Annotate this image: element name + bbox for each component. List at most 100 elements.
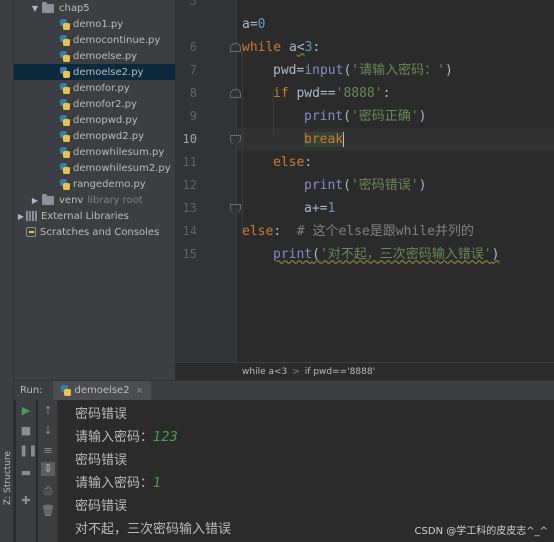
folder-icon — [42, 1, 54, 13]
venv-note: library root — [87, 194, 143, 206]
tree-file[interactable]: demo1.py — [14, 16, 175, 32]
tree-file[interactable]: rangedemo.py — [14, 176, 175, 192]
collapse-arrow-icon[interactable]: ▶ — [30, 196, 40, 205]
python-file-icon — [60, 34, 70, 46]
line-number-current: 10 — [182, 132, 197, 146]
python-file-icon — [60, 98, 70, 110]
layout-icon[interactable]: ▬ — [19, 466, 33, 480]
python-file-icon — [60, 50, 70, 62]
code-line-9: print('密码正确') — [304, 109, 427, 124]
code-line-13: a+=1 — [304, 201, 336, 216]
file-label: demowhilesum.py — [73, 146, 165, 158]
run-label: Run: — [20, 385, 43, 396]
external-libraries-label: External Libraries — [41, 210, 129, 222]
close-icon[interactable]: × — [136, 386, 144, 396]
code-line-5: a=0 — [242, 17, 266, 32]
console-line: 请输入密码：123 — [75, 430, 178, 445]
code-line-11: else: — [273, 155, 313, 170]
python-file-icon — [60, 162, 70, 174]
code-line-6: while a<3: — [242, 40, 321, 55]
file-label: democontinue.py — [73, 34, 161, 46]
structure-tool-button[interactable]: Z: Structure — [3, 445, 13, 505]
python-file-icon — [60, 114, 70, 126]
print-icon[interactable]: ⎙ — [41, 484, 55, 498]
console-actions: ↑ ↓ ≡ ⇩ ⎙ 🗑 — [38, 400, 58, 542]
console-line: 密码错误 — [75, 407, 128, 422]
line-number: 6 — [189, 40, 197, 54]
line-number: 13 — [182, 201, 197, 215]
play-icon[interactable]: ▶ — [19, 404, 33, 418]
tree-file[interactable]: demopwd2.py — [14, 128, 175, 144]
fold-marker-icon[interactable] — [230, 89, 241, 98]
left-tool-strip-bottom: Z: Structure — [0, 380, 14, 542]
file-label: demowhilesum2.py — [73, 162, 171, 174]
file-label: demoelse2.py — [73, 66, 144, 78]
code-line-15: print('对不起，三次密码输入错误') — [273, 247, 500, 262]
pin-icon[interactable]: ✚ — [19, 494, 33, 508]
file-label: rangedemo.py — [73, 178, 146, 190]
scratches-icon — [26, 227, 36, 237]
code-line-14: else: # 这个else是跟while并列的 — [242, 224, 474, 239]
tree-file[interactable]: demowhilesum2.py — [14, 160, 175, 176]
code-line-7: pwd=input('请输入密码：') — [273, 63, 453, 78]
code-editor[interactable]: 5 6 7 8 9 10 11 12 13 14 15 a=0 while a<… — [175, 0, 554, 362]
python-file-icon — [60, 385, 71, 396]
tree-file[interactable]: democontinue.py — [14, 32, 175, 48]
file-label: demofor2.py — [73, 98, 137, 110]
fold-marker-icon[interactable] — [230, 135, 241, 144]
console-line: 密码错误 — [75, 453, 128, 468]
stop-icon[interactable]: ■ — [19, 424, 33, 438]
tree-file[interactable]: demowhilesum.py — [14, 144, 175, 160]
console-line: 请输入密码：1 — [75, 476, 162, 491]
collapse-arrow-icon[interactable]: ▶ — [16, 212, 26, 221]
python-file-icon — [60, 66, 70, 78]
current-line-highlight — [237, 128, 554, 151]
scroll-to-end-icon[interactable]: ⇩ — [41, 462, 55, 476]
folder-icon — [42, 193, 54, 205]
expand-arrow-icon[interactable]: ▼ — [30, 4, 40, 13]
tree-file[interactable]: demoelse.py — [14, 48, 175, 64]
indent-guide — [242, 45, 243, 229]
tree-external-libraries[interactable]: ▶ External Libraries — [14, 208, 175, 224]
breadcrumb-item[interactable]: if pwd=='8888' — [305, 367, 375, 377]
line-number: 9 — [189, 109, 197, 123]
run-toolbar: Run: demoelse2 × — [0, 380, 554, 401]
venv-label: venv — [59, 194, 84, 206]
breadcrumb-item[interactable]: while a<3 — [242, 367, 287, 377]
file-label: demopwd2.py — [73, 130, 145, 142]
scratches-label: Scratches and Consoles — [40, 226, 160, 238]
run-tab-label: demoelse2 — [74, 385, 130, 396]
tree-file[interactable]: demopwd.py — [14, 112, 175, 128]
run-tab[interactable]: demoelse2 × — [52, 380, 152, 401]
breadcrumb: while a<3 > if pwd=='8888' — [175, 362, 554, 380]
line-number: 11 — [182, 155, 197, 169]
arrow-up-icon[interactable]: ↑ — [41, 404, 55, 418]
fold-marker-icon[interactable] — [230, 43, 241, 52]
arrow-down-icon[interactable]: ↓ — [41, 424, 55, 438]
soft-wrap-icon[interactable]: ≡ — [41, 444, 55, 458]
line-number: 14 — [182, 224, 197, 238]
line-number: 8 — [189, 86, 197, 100]
file-label: demofor.py — [73, 82, 130, 94]
trash-icon[interactable]: 🗑 — [41, 504, 55, 518]
folder-label: chap5 — [59, 2, 90, 14]
python-file-icon — [60, 82, 70, 94]
line-number: 15 — [182, 247, 197, 261]
run-console-output[interactable]: 密码错误 请输入密码：123 密码错误 请输入密码：1 密码错误 对不起，三次密… — [59, 400, 554, 542]
tree-file[interactable]: demofor2.py — [14, 96, 175, 112]
text-caret — [343, 132, 345, 147]
python-file-icon — [60, 18, 70, 30]
fold-marker-icon[interactable] — [230, 204, 241, 213]
tree-folder-venv[interactable]: ▶ venv library root — [14, 192, 175, 208]
line-number: 12 — [182, 178, 197, 192]
tree-file-selected[interactable]: demoelse2.py — [14, 64, 175, 80]
tree-file[interactable]: demofor.py — [14, 80, 175, 96]
project-tree: ▼ chap5 demo1.py democontinue.py demoels… — [0, 0, 175, 380]
tree-folder-chap5[interactable]: ▼ chap5 — [14, 0, 175, 16]
console-line: 密码错误 — [75, 499, 128, 514]
file-label: demoelse.py — [73, 50, 138, 62]
tree-scratches[interactable]: Scratches and Consoles — [14, 224, 175, 240]
watermark: CSDN @学工科的皮皮志^_^ — [414, 526, 548, 537]
file-label: demo1.py — [73, 18, 124, 30]
pause-icon[interactable]: ❚❚ — [19, 444, 37, 458]
